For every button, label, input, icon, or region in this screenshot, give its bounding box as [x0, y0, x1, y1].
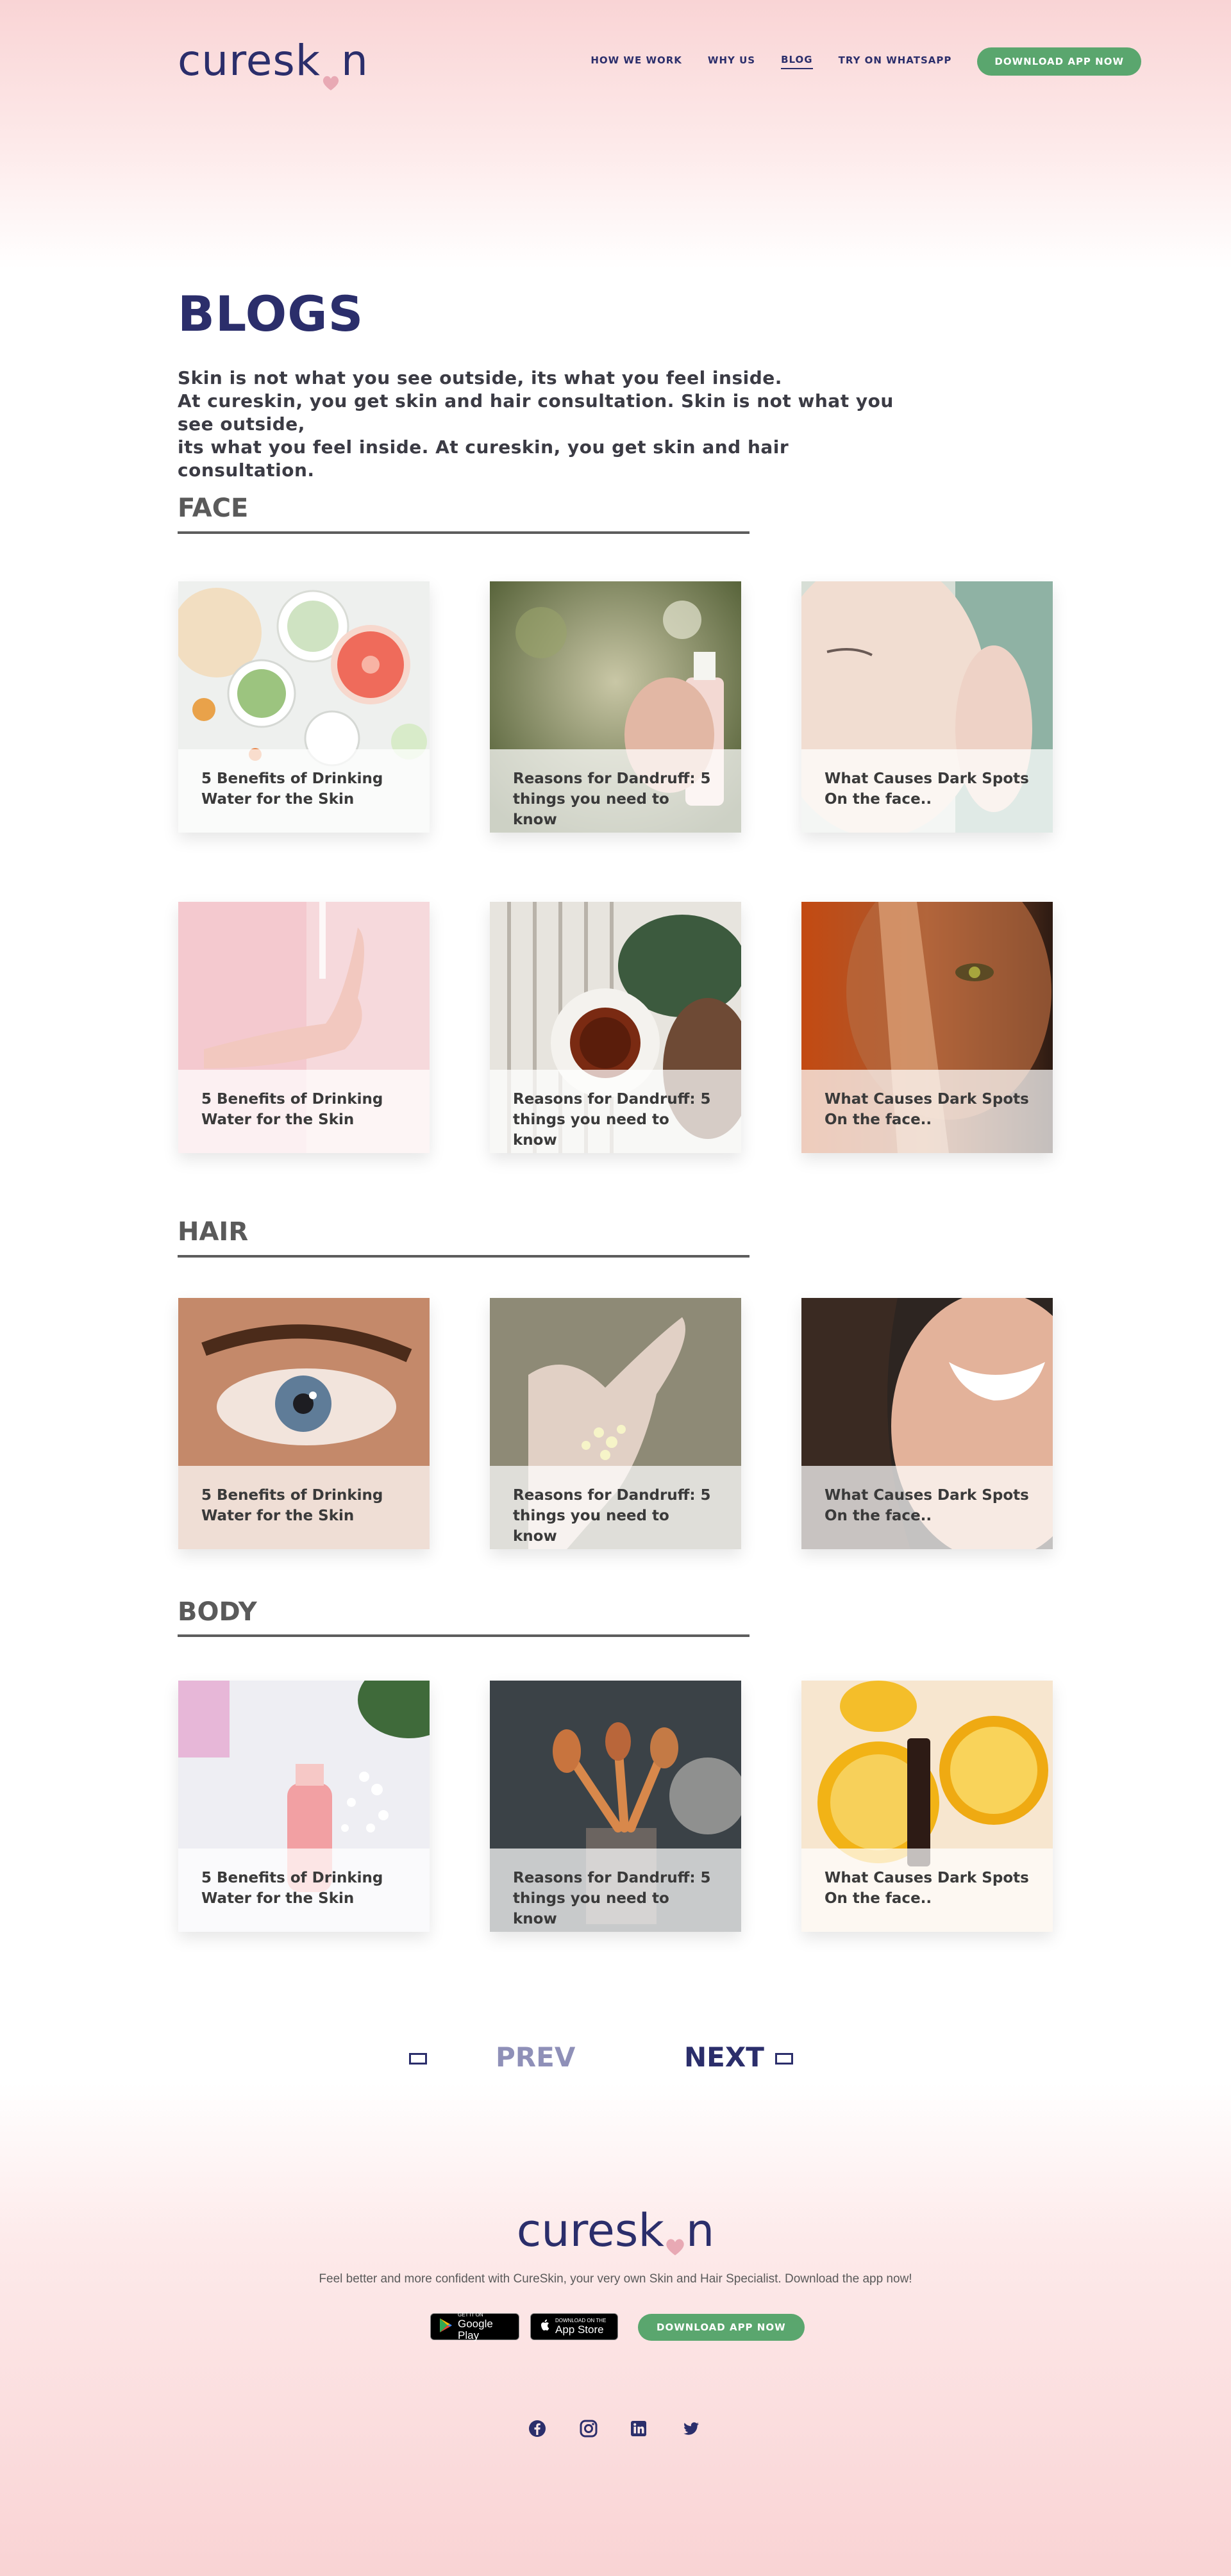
logo-text-left: curesk	[516, 2204, 664, 2257]
nav-blog[interactable]: BLOG	[781, 54, 813, 69]
intro-line: its what you feel inside. At cureskin, y…	[178, 436, 789, 481]
footer-tagline: Feel better and more confident with Cure…	[319, 2272, 912, 2286]
blog-card[interactable]: What Causes Dark Spots On the face..	[801, 1298, 1053, 1549]
heart-icon	[321, 53, 340, 90]
blog-card-title: What Causes Dark Spots On the face..	[801, 1070, 1053, 1153]
blog-card-title: Reasons for Dandruff: 5 things you need …	[490, 749, 741, 833]
blog-card[interactable]: What Causes Dark Spots On the face..	[801, 902, 1053, 1153]
app-store-text: Download on the App Store	[555, 2318, 606, 2336]
next-arrow-icon[interactable]	[775, 2053, 793, 2065]
blog-card[interactable]: 5 Benefits of Drinking Water for the Ski…	[178, 1298, 430, 1549]
nav-how-we-work[interactable]: HOW WE WORK	[590, 54, 682, 69]
blog-card[interactable]: What Causes Dark Spots On the face..	[801, 1681, 1053, 1932]
blog-card-title: Reasons for Dandruff: 5 things you need …	[490, 1070, 741, 1153]
blog-card-title: Reasons for Dandruff: 5 things you need …	[490, 1466, 741, 1549]
blog-card-title: 5 Benefits of Drinking Water for the Ski…	[178, 1070, 430, 1153]
nav-why-us[interactable]: WHY US	[708, 54, 755, 69]
app-store-big: App Store	[555, 2323, 604, 2336]
heart-icon	[664, 2216, 686, 2256]
blog-card[interactable]: What Causes Dark Spots On the face..	[801, 581, 1053, 833]
blog-card[interactable]: Reasons for Dandruff: 5 things you need …	[490, 1681, 741, 1932]
logo-text-left: curesk	[178, 35, 321, 85]
footer-cureskin-logo[interactable]: curesk n	[516, 2204, 715, 2257]
nav-try-on-whatsapp[interactable]: TRY ON WHATSAPP	[839, 54, 952, 69]
blog-card[interactable]: 5 Benefits of Drinking Water for the Ski…	[178, 902, 430, 1153]
blog-card[interactable]: 5 Benefits of Drinking Water for the Ski…	[178, 1681, 430, 1932]
app-store-badge[interactable]: Download on the App Store	[530, 2313, 618, 2340]
blog-card[interactable]: Reasons for Dandruff: 5 things you need …	[490, 581, 741, 833]
blog-card[interactable]: 5 Benefits of Drinking Water for the Ski…	[178, 581, 430, 833]
cureskin-logo[interactable]: curesk n	[178, 35, 369, 90]
google-play-text: GET IT ON Google Play	[458, 2312, 511, 2341]
intro-line: At cureskin, you get skin and hair consu…	[178, 390, 894, 435]
download-app-button[interactable]: DOWNLOAD APP NOW	[977, 47, 1141, 76]
section-divider	[178, 531, 749, 534]
blog-card-title: Reasons for Dandruff: 5 things you need …	[490, 1849, 741, 1932]
page-title: BLOGS	[178, 285, 364, 342]
logo-text-right: n	[341, 35, 369, 85]
twitter-icon[interactable]	[681, 2418, 701, 2439]
section-title-body: BODY	[178, 1597, 257, 1627]
google-play-big: Google Play	[458, 2318, 493, 2341]
next-button[interactable]: NEXT	[684, 2041, 764, 2073]
instagram-icon[interactable]	[578, 2418, 599, 2439]
google-play-badge[interactable]: GET IT ON Google Play	[430, 2312, 519, 2341]
blog-card-title: What Causes Dark Spots On the face..	[801, 1466, 1053, 1549]
footer-download-app-button[interactable]: DOWNLOAD APP NOW	[638, 2314, 805, 2341]
prev-arrow-icon[interactable]	[409, 2053, 427, 2065]
pagination: PREV NEXT	[0, 2041, 1231, 2080]
blog-card-title: 5 Benefits of Drinking Water for the Ski…	[178, 1849, 430, 1932]
blog-card[interactable]: Reasons for Dandruff: 5 things you need …	[490, 1298, 741, 1549]
blog-card[interactable]: Reasons for Dandruff: 5 things you need …	[490, 902, 741, 1153]
prev-button[interactable]: PREV	[496, 2041, 575, 2073]
intro-line: Skin is not what you see outside, its wh…	[178, 367, 782, 388]
section-title-hair: HAIR	[178, 1217, 249, 1247]
section-title-face: FACE	[178, 494, 249, 523]
play-store-icon	[439, 2318, 453, 2336]
facebook-icon[interactable]	[527, 2418, 548, 2439]
blog-card-title: 5 Benefits of Drinking Water for the Ski…	[178, 749, 430, 833]
linkedin-icon[interactable]	[628, 2418, 649, 2439]
intro-text: Skin is not what you see outside, its wh…	[178, 367, 921, 482]
logo-text-right: n	[685, 2204, 715, 2257]
site-header: curesk n HOW WE WORK WHY US BLOG TRY ON W…	[0, 0, 1231, 128]
section-divider	[178, 1255, 749, 1258]
blog-card-title: 5 Benefits of Drinking Water for the Ski…	[178, 1466, 430, 1549]
blog-card-title: What Causes Dark Spots On the face..	[801, 749, 1053, 833]
main-nav: HOW WE WORK WHY US BLOG TRY ON WHATSAPP …	[590, 46, 1141, 77]
blog-card-title: What Causes Dark Spots On the face..	[801, 1849, 1053, 1932]
apple-icon	[539, 2318, 550, 2335]
section-divider	[178, 1634, 749, 1637]
